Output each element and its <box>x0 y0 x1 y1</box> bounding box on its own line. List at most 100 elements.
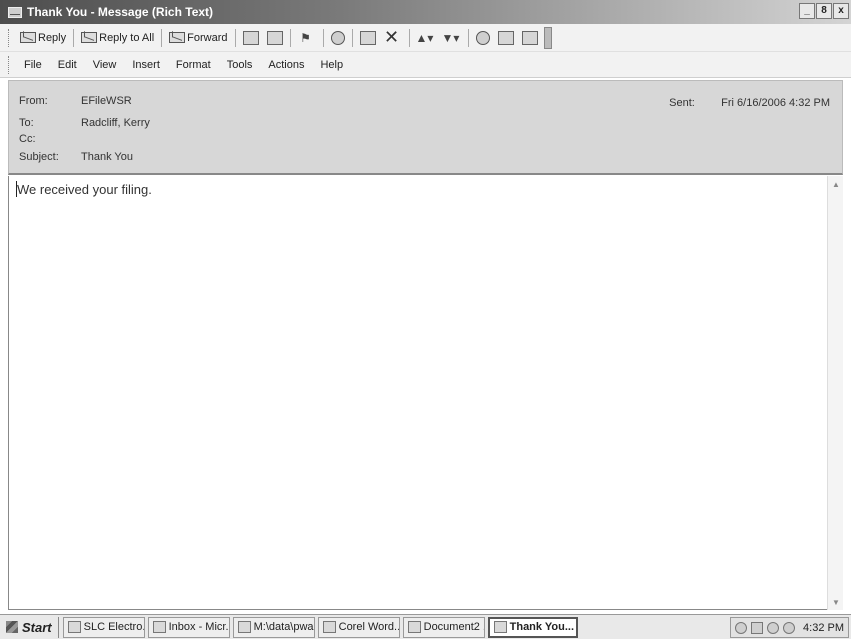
sent-row: Sent: Fri 6/16/2006 4:32 PM <box>669 97 830 109</box>
move-button[interactable] <box>327 27 349 49</box>
flag-button[interactable]: ⚑ <box>294 27 320 49</box>
reply-label: Reply <box>38 31 67 44</box>
menu-file[interactable]: File <box>16 59 50 71</box>
menu-bar: File Edit View Insert Format Tools Actio… <box>0 52 851 78</box>
message-header: From: EFileWSR To: Radcliff, Kerry Cc: S… <box>8 80 843 175</box>
cc-label: Cc: <box>19 133 36 145</box>
message-icon <box>8 6 22 18</box>
cc-row: Cc: <box>19 133 81 145</box>
delete-button[interactable]: ✕ <box>380 27 406 49</box>
subject-label: Subject: <box>19 151 59 163</box>
to-label: To: <box>19 117 34 129</box>
menu-view[interactable]: View <box>85 59 125 71</box>
tray-network-icon[interactable] <box>751 621 764 634</box>
taskbar-clock[interactable]: 4:32 PM <box>803 622 844 634</box>
taskbar: Start SLC Electro... Inbox - Micr... M:\… <box>0 614 851 639</box>
toolbar-separator <box>161 28 163 47</box>
message-icon <box>493 621 507 633</box>
taskbar-item-label: Thank You... <box>509 621 575 633</box>
restore-button[interactable]: 8 <box>816 3 832 19</box>
outlook-icon <box>152 621 166 633</box>
standard-toolbar: Reply Reply to All Forward ⚑ ✕ ▲▾ ▼▾ <box>0 24 851 52</box>
forward-button[interactable]: Forward <box>165 27 231 49</box>
tray-security-icon[interactable] <box>767 621 780 634</box>
taskbar-item-label: SLC Electro... <box>83 621 144 633</box>
taskbar-item[interactable]: Corel Word... <box>317 616 400 638</box>
menu-edit[interactable]: Edit <box>50 59 85 71</box>
overflow-icon[interactable] <box>543 26 552 49</box>
toolbar-separator <box>234 28 236 47</box>
toolbar-separator <box>289 28 291 47</box>
taskbar-item-label: Inbox - Micr... <box>168 621 230 633</box>
flag-icon: ⚑ <box>300 30 311 45</box>
from-value[interactable]: EFileWSR <box>81 95 132 107</box>
title-bar: Thank You - Message (Rich Text) _ 8 x <box>0 0 851 24</box>
taskbar-item[interactable]: M:\data\pwa <box>232 616 315 638</box>
document-icon <box>407 621 421 633</box>
taskbar-item[interactable]: SLC Electro... <box>62 616 145 638</box>
to-value[interactable]: Radcliff, Kerry <box>81 117 150 129</box>
previous-item-button[interactable]: ▲▾ <box>413 27 439 49</box>
options-icon <box>497 30 514 45</box>
menu-actions[interactable]: Actions <box>260 59 312 71</box>
to-row: To: Radcliff, Kerry <box>19 117 150 129</box>
subject-row: Subject: Thank You <box>19 151 133 163</box>
forward-label: Forward <box>187 31 228 44</box>
taskbar-item-label: M:\data\pwa <box>253 621 314 633</box>
vertical-scrollbar[interactable]: ▲ ▼ <box>827 176 843 610</box>
next-item-button[interactable]: ▼▾ <box>439 27 465 49</box>
from-label: From: <box>19 95 48 107</box>
taskbar-item[interactable]: Inbox - Micr... <box>147 616 230 638</box>
print-icon <box>242 30 259 45</box>
window-title: Thank You - Message (Rich Text) <box>27 5 214 19</box>
options-button[interactable] <box>494 27 518 49</box>
menu-tools[interactable]: Tools <box>219 59 261 71</box>
from-row: From: EFileWSR <box>19 95 132 107</box>
delete-icon: ✕ <box>383 27 400 47</box>
menu-help[interactable]: Help <box>312 59 351 71</box>
scroll-up-icon[interactable]: ▲ <box>828 176 844 192</box>
system-tray: 4:32 PM <box>730 617 849 638</box>
help-button[interactable] <box>472 27 494 49</box>
body-text[interactable]: We received your filing. <box>17 182 152 197</box>
menu-format[interactable]: Format <box>168 59 219 71</box>
print-button[interactable] <box>239 27 263 49</box>
reply-button[interactable]: Reply <box>16 27 70 49</box>
taskbar-item[interactable]: Document2 ... <box>402 616 485 638</box>
minimize-button[interactable]: _ <box>799 3 815 19</box>
menu-insert[interactable]: Insert <box>124 59 168 71</box>
address-book-icon <box>521 30 538 45</box>
taskbar-item-label: Corel Word... <box>338 621 400 633</box>
categorize-button[interactable] <box>356 27 380 49</box>
tray-sync-icon[interactable] <box>783 621 796 634</box>
taskbar-item-active[interactable]: Thank You... <box>487 616 578 638</box>
windows-logo-icon <box>6 621 18 633</box>
toolbar-grip[interactable] <box>8 28 11 47</box>
scroll-down-icon[interactable]: ▼ <box>828 594 844 610</box>
save-button[interactable] <box>263 27 287 49</box>
next-icon: ▼▾ <box>441 30 460 45</box>
start-button[interactable]: Start <box>2 616 59 638</box>
toolbar-separator <box>73 28 75 47</box>
menu-grip[interactable] <box>8 55 11 74</box>
toolbar-separator <box>408 28 410 47</box>
tray-clock-icon[interactable] <box>735 621 748 634</box>
help-icon <box>475 30 490 45</box>
categorize-icon <box>359 30 376 45</box>
address-book-button[interactable] <box>518 27 542 49</box>
reply-icon <box>20 31 36 45</box>
toolbar-separator <box>351 28 353 47</box>
reply-all-icon <box>81 31 98 45</box>
reply-all-button[interactable]: Reply to All <box>77 27 158 49</box>
save-icon <box>266 30 283 45</box>
message-body[interactable]: We received your filing. ▲ ▼ <box>8 176 843 610</box>
sent-label: Sent: <box>669 97 695 109</box>
toolbar-separator <box>322 28 324 47</box>
folder-icon <box>237 621 251 633</box>
close-button[interactable]: x <box>833 3 849 19</box>
reply-all-label: Reply to All <box>99 31 155 44</box>
previous-icon: ▲▾ <box>415 30 434 45</box>
toolbar-separator <box>467 28 469 47</box>
wordperfect-icon <box>322 621 336 633</box>
start-label: Start <box>22 619 52 635</box>
